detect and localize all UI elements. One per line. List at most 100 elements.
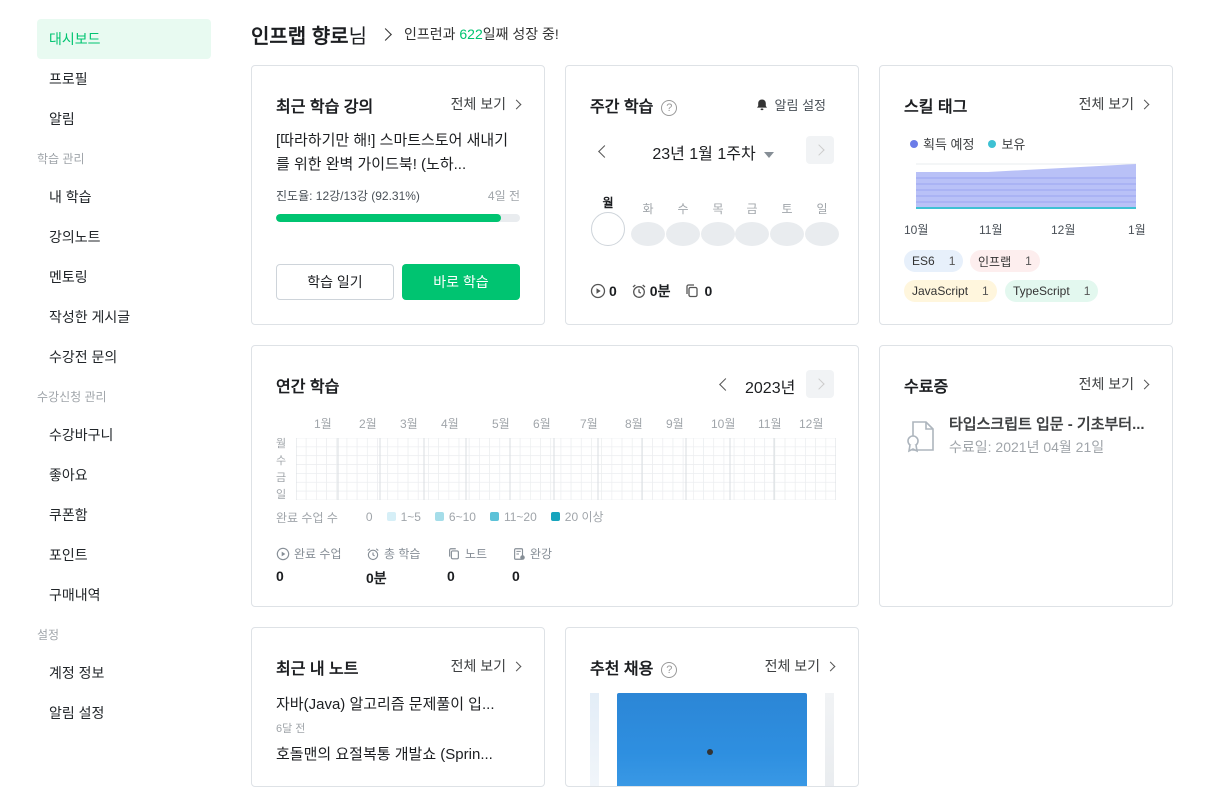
view-all-link[interactable]: 전체 보기 (765, 656, 836, 676)
heatmap-cell (805, 446, 816, 457)
heatmap-cell (784, 490, 796, 500)
certificate-course[interactable]: 타입스크립트 입문 - 기초부터... (949, 413, 1154, 434)
sidebar-item[interactable]: 알림 설정 (37, 693, 211, 733)
heatmap-cell (407, 446, 419, 457)
heatmap-cell (621, 446, 633, 457)
chevron-right-icon[interactable] (379, 27, 392, 41)
sidebar-item[interactable]: 내 학습 (37, 177, 211, 217)
skill-tag[interactable]: 인프랩 1 (970, 250, 1040, 272)
heatmap-weekday-label: 금 (276, 472, 287, 484)
job-card-next[interactable] (825, 693, 834, 786)
skill-tag[interactable]: JavaScript 1 (904, 280, 997, 302)
heatmap-cell (479, 455, 490, 465)
view-all-link[interactable]: 전체 보기 (1079, 374, 1150, 394)
heatmap-cell (733, 490, 745, 500)
help-icon[interactable]: ? (661, 99, 678, 116)
sidebar-item[interactable]: 작성한 게시글 (37, 297, 211, 337)
card-title: 최근 학습 강의 (276, 99, 374, 116)
heatmap-cell (652, 446, 664, 457)
view-all-link[interactable]: 전체 보기 (451, 94, 522, 114)
heatmap-cell (621, 490, 633, 500)
heatmap-cell (774, 438, 786, 448)
sidebar-item[interactable]: 대시보드 (37, 19, 211, 59)
sidebar-item[interactable]: 강의노트 (37, 217, 211, 257)
heatmap-cell (479, 438, 490, 448)
chevron-left-icon[interactable] (719, 378, 732, 391)
heatmap-cell (397, 490, 409, 500)
sidebar: 대시보드 프로필 알림 학습 관리 내 학습 강의노트 멘토링 작성한 게시글 수강전 문의 수강… (37, 19, 211, 733)
certificate-date: 수료일: 2021년 04월 21일 (949, 439, 1105, 455)
sidebar-item[interactable]: 포인트 (37, 535, 211, 575)
skill-tag-name: ES6 (912, 254, 935, 268)
sidebar-item[interactable]: 수강바구니 (37, 415, 211, 455)
legend-swatch (489, 512, 499, 521)
sidebar-item[interactable]: 쿠폰함 (37, 495, 211, 535)
sidebar-item[interactable]: 알림 (37, 99, 211, 139)
yearly-stat: 완강 0 (512, 545, 552, 584)
chevron-right-icon (1139, 99, 1150, 109)
study-diary-button[interactable]: 학습 일기 (276, 264, 394, 300)
heatmap-cell (713, 438, 725, 448)
heatmap-cell (519, 473, 531, 483)
heatmap-cell (631, 464, 643, 474)
stat-label: 총 학습 (384, 547, 421, 561)
heatmap-cell (305, 473, 317, 483)
heatmap-cell (305, 481, 317, 492)
heatmap-cell (723, 481, 735, 492)
sidebar-item[interactable]: 프로필 (37, 59, 211, 99)
sidebar-item[interactable]: 구매내역 (37, 575, 211, 615)
heatmap-cell (672, 446, 684, 457)
job-card-prev[interactable] (590, 693, 599, 786)
skill-tag[interactable]: ES6 1 (904, 250, 964, 272)
heatmap-cell (529, 455, 541, 465)
view-all-link[interactable]: 전체 보기 (451, 656, 522, 676)
help-icon[interactable]: ? (661, 661, 678, 678)
course-title[interactable]: [따라하기만 해!] 스마트스토어 새내기를 위한 완벽 가이드북! (노하..… (276, 129, 516, 177)
heatmap-cell (631, 490, 643, 500)
heatmap-cell (825, 455, 836, 465)
weekday-3: 목 (700, 200, 736, 246)
card-title: 최근 내 노트 (276, 661, 359, 678)
heatmap-cell (774, 446, 786, 457)
legend-swatch (434, 512, 444, 521)
sidebar-item[interactable]: 멘토링 (37, 257, 211, 297)
building-icon (707, 749, 713, 755)
heatmap-cell (815, 455, 827, 465)
heatmap-cell (825, 446, 836, 457)
note-item[interactable]: 자바(Java) 알고리즘 문제풀이 입... 6달 전 (276, 693, 494, 736)
heatmap-cell (397, 455, 409, 465)
weekday-0: 월 (590, 194, 626, 246)
note-when: 6달 전 (276, 723, 306, 735)
heatmap-cell (591, 438, 603, 448)
heatmap-cell (540, 446, 552, 457)
heatmap-cell (774, 455, 786, 465)
skill-tag[interactable]: TypeScript 1 (1005, 280, 1099, 302)
heatmap-cell (397, 446, 409, 457)
heatmap-cell (417, 490, 429, 500)
next-week-button[interactable] (806, 136, 834, 164)
sidebar-item[interactable]: 계정 정보 (37, 653, 211, 693)
heatmap-cell (296, 473, 307, 483)
heatmap-cell (305, 446, 317, 457)
next-year-button[interactable] (806, 370, 834, 398)
heatmap-cell (540, 490, 552, 500)
legend-swatch (386, 512, 396, 521)
view-all-link[interactable]: 전체 보기 (1079, 94, 1150, 114)
continue-study-button[interactable]: 바로 학습 (402, 264, 520, 300)
heatmap-cell (316, 438, 327, 448)
heatmap-cell (407, 438, 419, 448)
sidebar-item[interactable]: 좋아요 (37, 455, 211, 495)
sidebar-item[interactable]: 수강전 문의 (37, 337, 211, 377)
legend-dot-planned (910, 139, 918, 148)
heatmap-cell (642, 464, 653, 474)
heatmap-legend-item: 1~5 (386, 510, 421, 524)
heatmap-cell (764, 464, 776, 474)
heatmap-cell (672, 464, 684, 474)
alarm-clock-icon (366, 547, 380, 561)
heatmap-cell (316, 455, 327, 465)
alarm-setting-button[interactable]: 알림 설정 (755, 95, 826, 114)
heatmap-cell (428, 473, 439, 483)
weekday-indicator (701, 222, 735, 246)
heatmap-cell (356, 455, 368, 465)
job-card-image[interactable] (617, 693, 807, 786)
